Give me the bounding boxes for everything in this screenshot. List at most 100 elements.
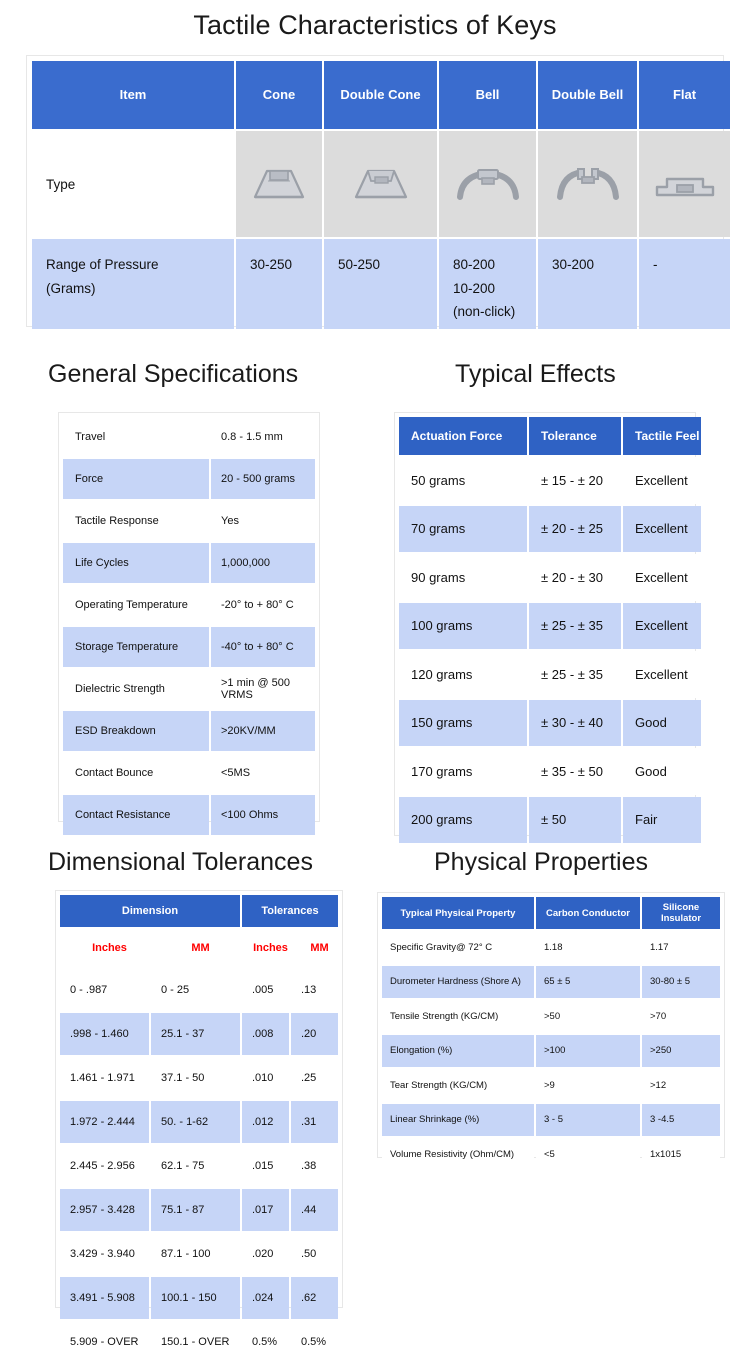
header-tactile-feel: Tactile Feel — [623, 417, 701, 455]
pressure-bell: 80-200 10-200 (non-click) — [439, 239, 536, 329]
spec-label: Contact Resistance — [63, 795, 209, 835]
dimension-inches: 2.445 - 2.956 — [60, 1145, 149, 1187]
table-row: 200 grams ± 50 Fair — [399, 796, 701, 843]
dimension-mm: 62.1 - 75 — [151, 1145, 240, 1187]
spec-label: Tactile Response — [63, 501, 209, 541]
tactile-feel-value: Good — [623, 699, 701, 746]
tolerance-value: ± 30 - ± 40 — [529, 699, 621, 746]
tolerance-mm: .38 — [291, 1145, 338, 1187]
dimension-inches: 0 - .987 — [60, 969, 149, 1011]
table-row: Dielectric Strength >1 min @ 500 VRMS — [63, 669, 315, 709]
table-row: Tactile Response Yes — [63, 501, 315, 541]
table-row: Specific Gravity@ 72° C 1.18 1.17 — [382, 931, 720, 964]
dimension-inches: .998 - 1.460 — [60, 1013, 149, 1055]
tactile-feel-value: Excellent — [623, 602, 701, 649]
table-row: 70 grams ± 20 - ± 25 Excellent — [399, 505, 701, 552]
subheader-dimension-inches: Inches — [60, 929, 149, 967]
spec-value: 1,000,000 — [211, 543, 315, 583]
table-header-row: Item Cone Double Cone Bell Double Bell F… — [32, 61, 730, 129]
dimension-mm: 87.1 - 100 — [151, 1233, 240, 1275]
table-row: Durometer Hardness (Shore A) 65 ± 5 30-80 … — [382, 965, 720, 998]
dimension-mm: 25.1 - 37 — [151, 1013, 240, 1055]
silicone-insulator-value: >250 — [642, 1034, 720, 1067]
tolerance-mm: .44 — [291, 1189, 338, 1231]
property-name: Specific Gravity@ 72° C — [382, 931, 534, 964]
tolerance-value: ± 35 - ± 50 — [529, 748, 621, 795]
actuation-force-value: 120 grams — [399, 651, 527, 698]
spec-label: Contact Bounce — [63, 753, 209, 793]
pressure-double-bell: 30-200 — [538, 239, 637, 329]
header-double-cone: Double Cone — [324, 61, 437, 129]
tolerance-mm: .50 — [291, 1233, 338, 1275]
row-label-line2: (Grams) — [46, 280, 96, 296]
spec-value: >20KV/MM — [211, 711, 315, 751]
header-carbon-conductor: Carbon Conductor — [536, 897, 640, 929]
property-name: Durometer Hardness (Shore A) — [382, 965, 534, 998]
header-tolerance: Tolerance — [529, 417, 621, 455]
spec-label: Dielectric Strength — [63, 669, 209, 709]
spec-value: <100 Ohms — [211, 795, 315, 835]
carbon-conductor-value: <5 — [536, 1138, 640, 1171]
actuation-force-value: 90 grams — [399, 554, 527, 601]
table-row: 90 grams ± 20 - ± 30 Excellent — [399, 554, 701, 601]
actuation-force-value: 150 grams — [399, 699, 527, 746]
header-typical-physical-property: Typical Physical Property — [382, 897, 534, 929]
tactile-feel-value: Good — [623, 748, 701, 795]
subheader-tolerance-inches: Inches — [242, 929, 289, 967]
tactile-feel-value: Excellent — [623, 651, 701, 698]
table-row: ESD Breakdown >20KV/MM — [63, 711, 315, 751]
table-row: 170 grams ± 35 - ± 50 Good — [399, 748, 701, 795]
spec-label: Force — [63, 459, 209, 499]
table-row: 2.445 - 2.956 62.1 - 75.015.38 — [60, 1145, 338, 1187]
dimension-inches: 3.491 - 5.908 — [60, 1277, 149, 1319]
spec-value: >1 min @ 500 VRMS — [211, 669, 315, 709]
dimension-mm: 37.1 - 50 — [151, 1057, 240, 1099]
property-name: Elongation (%) — [382, 1034, 534, 1067]
carbon-conductor-value: >100 — [536, 1034, 640, 1067]
spec-label: ESD Breakdown — [63, 711, 209, 751]
dimension-mm: 150.1 - OVER — [151, 1321, 240, 1346]
spec-value: -40° to + 80° C — [211, 627, 315, 667]
table-row: Tear Strength (KG/CM) >9 >12 — [382, 1069, 720, 1102]
silicone-insulator-value: 30-80 ± 5 — [642, 965, 720, 998]
dimension-mm: 0 - 25 — [151, 969, 240, 1011]
spec-label: Travel — [63, 417, 209, 457]
table-row: 150 grams ± 30 - ± 40 Good — [399, 699, 701, 746]
silicone-insulator-value: 1.17 — [642, 931, 720, 964]
tolerance-mm: .31 — [291, 1101, 338, 1143]
row-label-line1: Range of Pressure — [46, 257, 159, 272]
pressure-cone: 30-250 — [236, 239, 322, 329]
row-label-type: Type — [32, 131, 234, 237]
subheader-tolerance-mm: MM — [291, 929, 338, 967]
table-group-header-row: Dimension Tolerances — [60, 895, 338, 927]
spec-label: Storage Temperature — [63, 627, 209, 667]
table-subheader-row: Inches MM Inches MM — [60, 929, 338, 967]
tolerance-mm: .25 — [291, 1057, 338, 1099]
tolerance-inches: .010 — [242, 1057, 289, 1099]
flat-key-icon — [639, 131, 730, 237]
header-item: Item — [32, 61, 234, 129]
table-row: .998 - 1.460 25.1 - 37.008.20 — [60, 1013, 338, 1055]
tactile-characteristics-table: Item Cone Double Cone Bell Double Bell F… — [26, 55, 730, 329]
actuation-force-value: 50 grams — [399, 457, 527, 504]
tolerance-inches: .020 — [242, 1233, 289, 1275]
tolerance-mm: 0.5% — [291, 1321, 338, 1346]
tactile-feel-value: Excellent — [623, 457, 701, 504]
table-row: 3.429 - 3.940 87.1 - 100.020.50 — [60, 1233, 338, 1275]
table-row: 120 grams ± 25 - ± 35 Excellent — [399, 651, 701, 698]
spec-label: Operating Temperature — [63, 585, 209, 625]
dimension-mm: 50. - 1-62 — [151, 1101, 240, 1143]
carbon-conductor-value: 1.18 — [536, 931, 640, 964]
pressure-flat: - — [639, 239, 730, 329]
spec-value: -20° to + 80° C — [211, 585, 315, 625]
table-row: Travel 0.8 - 1.5 mm — [63, 417, 315, 457]
tolerance-inches: .008 — [242, 1013, 289, 1055]
bell-key-icon — [439, 131, 536, 237]
table-row: Elongation (%) >100 >250 — [382, 1034, 720, 1067]
silicone-insulator-value: >12 — [642, 1069, 720, 1102]
group-header-dimension: Dimension — [60, 895, 240, 927]
tolerance-inches: .017 — [242, 1189, 289, 1231]
dimension-mm: 75.1 - 87 — [151, 1189, 240, 1231]
group-header-tolerances: Tolerances — [242, 895, 338, 927]
tolerance-value: ± 25 - ± 35 — [529, 651, 621, 698]
